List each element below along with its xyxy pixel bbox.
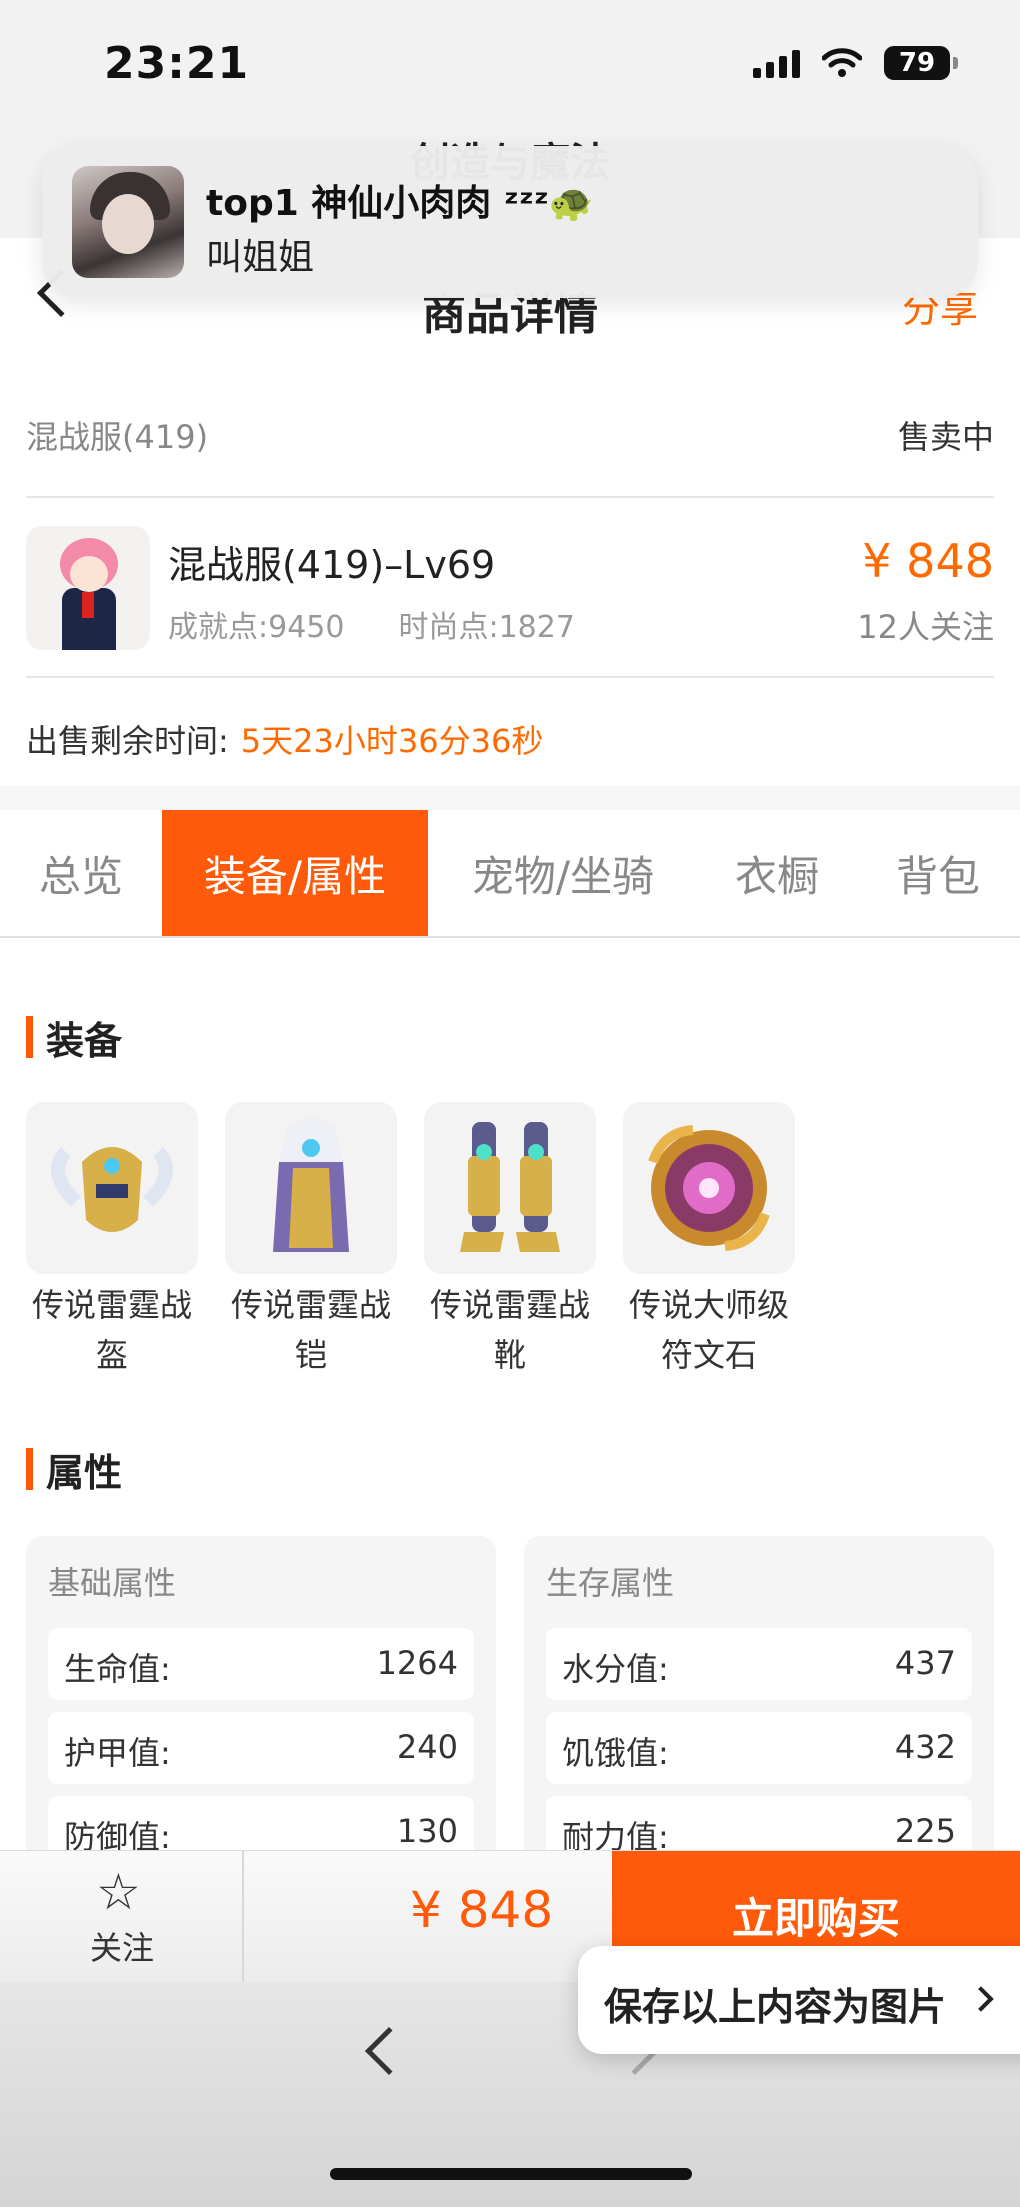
base-attributes-title: 基础属性: [48, 1564, 177, 1602]
attribute-row: 饥饿值: 432: [546, 1712, 972, 1784]
cellular-signal-icon: [753, 48, 800, 78]
product-price: ¥ 848: [862, 534, 994, 588]
attribute-label: 护甲值:: [64, 1734, 171, 1772]
tab-wardrobe[interactable]: 衣橱: [698, 810, 856, 936]
save-as-image-label: 保存以上内容为图片: [604, 1985, 947, 2029]
bottom-price: ¥ 848: [410, 1881, 554, 1939]
tab-equipment-attributes[interactable]: 装备/属性: [162, 810, 428, 936]
status-time: 23:21: [104, 38, 250, 89]
chevron-right-icon: [968, 1986, 994, 2012]
attribute-label: 水分值:: [562, 1650, 669, 1688]
tab-backpack[interactable]: 背包: [856, 810, 1020, 936]
notification-title: top1 神仙小肉肉 ᶻᶻᶻ🐢: [206, 183, 594, 224]
save-as-image-button[interactable]: 保存以上内容为图片: [578, 1946, 1020, 2054]
equipment-name: 传说雷霆战靴: [429, 1286, 590, 1374]
tab-bar: 总览 装备/属性 宠物/坐骑 衣橱 背包: [0, 810, 1020, 938]
attributes-heading: 属性: [26, 1442, 122, 1497]
tab-overview[interactable]: 总览: [0, 810, 162, 936]
notification-banner[interactable]: top1 神仙小肉肉 ᶻᶻᶻ🐢 叫姐姐: [42, 146, 978, 298]
follower-count: 12人关注: [857, 608, 994, 646]
attribute-value: 240: [396, 1728, 458, 1766]
product-summary: 混战服(419)–Lv69 成就点:9450 时尚点:1827 ¥ 848 12人…: [26, 498, 994, 678]
status-bar: 23:21 79: [0, 0, 1020, 140]
attribute-value: 432: [894, 1728, 956, 1766]
equipment-item[interactable]: 传说大师级符文石: [623, 1102, 795, 1380]
star-icon: ☆: [96, 1863, 141, 1921]
attribute-label: 生命值:: [64, 1650, 171, 1688]
notification-message: 叫姐姐: [206, 237, 315, 278]
armor-icon: [225, 1102, 397, 1274]
avatar: [72, 166, 184, 278]
remaining-time-label: 出售剩余时间:: [26, 722, 229, 760]
server-name: 混战服(419): [26, 418, 209, 456]
attribute-value: 1264: [376, 1644, 458, 1682]
remaining-time-value: 5天23小时36分36秒: [240, 722, 544, 760]
rune-stone-icon: [623, 1102, 795, 1274]
character-thumbnail: [26, 526, 150, 650]
attribute-value: 225: [894, 1812, 956, 1850]
tab-pets-mounts[interactable]: 宠物/坐骑: [428, 810, 698, 936]
attribute-value: 130: [396, 1812, 458, 1850]
attribute-label: 饥饿值:: [562, 1734, 669, 1772]
equipment-item[interactable]: 传说雷霆战盔: [26, 1102, 198, 1380]
wifi-icon: [822, 48, 862, 77]
home-indicator[interactable]: [330, 2168, 692, 2180]
equipment-item[interactable]: 传说雷霆战铠: [225, 1102, 397, 1380]
base-attributes-card: 基础属性 生命值: 1264 护甲值: 240 防御值: 130: [26, 1536, 496, 1866]
equipment-heading: 装备: [26, 1010, 122, 1065]
survival-attributes-title: 生存属性: [546, 1564, 675, 1602]
product-meta: 成就点:9450 时尚点:1827: [168, 602, 629, 646]
attribute-row: 生命值: 1264: [48, 1628, 474, 1700]
boots-icon: [424, 1102, 596, 1274]
survival-attributes-card: 生存属性 水分值: 437 饥饿值: 432 耐力值: 225: [524, 1536, 994, 1866]
follow-button[interactable]: ☆ 关注: [0, 1851, 244, 1983]
achievement-points: 成就点:9450: [168, 610, 345, 645]
product-name: 混战服(419)–Lv69: [168, 543, 496, 587]
divider: [0, 786, 1020, 810]
follow-label: 关注: [89, 1929, 154, 1967]
equipment-name: 传说雷霆战盔: [31, 1286, 192, 1374]
attribute-row: 水分值: 437: [546, 1628, 972, 1700]
status-icons: 79: [753, 46, 958, 80]
equipment-item[interactable]: 传说雷霆战靴: [424, 1102, 596, 1380]
equipment-name: 传说大师级符文石: [628, 1286, 789, 1374]
remaining-time: 出售剩余时间: 5天23小时36分36秒: [26, 716, 543, 762]
fashion-points: 时尚点:1827: [398, 610, 575, 645]
attribute-row: 护甲值: 240: [48, 1712, 474, 1784]
attribute-value: 437: [894, 1644, 956, 1682]
battery-icon: 79: [884, 46, 958, 80]
helmet-icon: [26, 1102, 198, 1274]
status-badge: 售卖中: [897, 418, 994, 456]
equipment-name: 传说雷霆战铠: [230, 1286, 391, 1374]
server-row: 混战服(419) 售卖中: [26, 408, 994, 498]
